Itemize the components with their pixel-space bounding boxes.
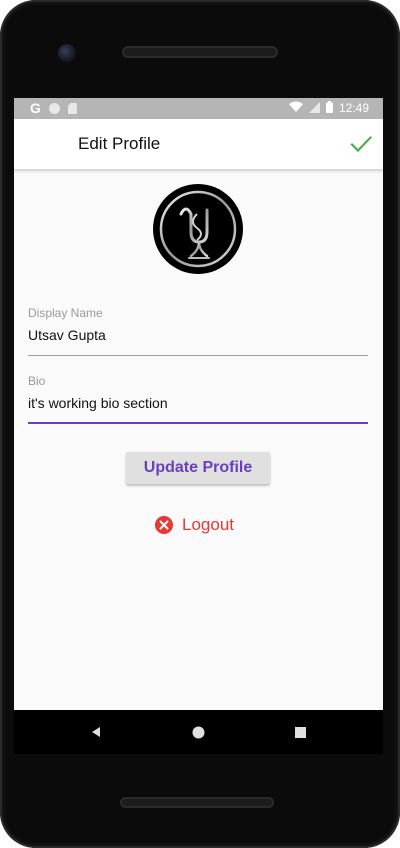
- sd-card-icon: [67, 103, 77, 114]
- battery-icon: [325, 101, 333, 116]
- display-name-input[interactable]: [28, 326, 368, 344]
- recents-button[interactable]: [290, 722, 310, 742]
- recents-icon: [294, 726, 306, 738]
- earpiece-speaker: [122, 46, 278, 58]
- page-title: Edit Profile: [78, 134, 161, 153]
- back-button[interactable]: [86, 722, 106, 742]
- home-button[interactable]: [188, 722, 208, 742]
- save-button[interactable]: [347, 130, 375, 158]
- system-nav-bar: [14, 710, 383, 754]
- app-screen: G 12:49 Edit Profile Display Name Utsav …: [14, 98, 383, 710]
- avatar[interactable]: [153, 184, 243, 274]
- close-circle-icon: [155, 516, 173, 534]
- update-profile-button[interactable]: Update Profile: [126, 452, 270, 484]
- cell-signal-icon: [308, 101, 320, 116]
- bio-input[interactable]: [28, 394, 368, 412]
- bottom-speaker: [120, 797, 274, 808]
- bio-label: Bio: [28, 374, 46, 388]
- phone-frame: G 12:49 Edit Profile Display Name Utsav …: [0, 0, 400, 848]
- status-bar: G 12:49: [14, 98, 383, 119]
- front-camera: [58, 44, 76, 62]
- home-icon: [192, 726, 204, 738]
- check-icon: [350, 135, 372, 153]
- display-name-underline: [28, 355, 368, 356]
- circle-icon: [48, 103, 60, 114]
- app-bar: Edit Profile: [14, 119, 383, 169]
- logout-button[interactable]: Logout: [155, 514, 234, 536]
- status-time: 12:49: [338, 101, 369, 115]
- monogram-logo-icon: [154, 185, 242, 273]
- display-name-label: Display Name: [28, 306, 103, 320]
- bio-underline: [28, 422, 368, 424]
- status-right-icons: 12:49: [288, 101, 369, 116]
- back-icon: [92, 727, 100, 737]
- google-g-icon: G: [30, 100, 41, 116]
- wifi-icon: [288, 101, 303, 116]
- status-left-icons: G: [30, 101, 77, 116]
- logout-label: Logout: [182, 515, 234, 534]
